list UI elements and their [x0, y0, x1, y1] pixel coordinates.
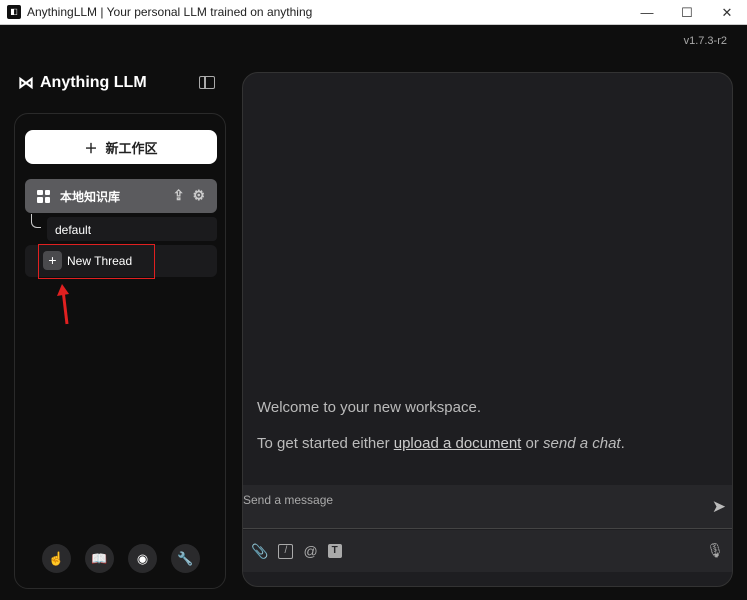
- docs-book-icon[interactable]: 📖: [85, 544, 114, 573]
- settings-wrench-icon[interactable]: 🔧: [171, 544, 200, 573]
- send-chat-link[interactable]: send a chat: [543, 435, 621, 452]
- send-icon[interactable]: ➤: [712, 497, 726, 517]
- message-input[interactable]: [243, 493, 683, 507]
- window-title: AnythingLLM | Your personal LLM trained …: [27, 5, 313, 19]
- upload-icon[interactable]: ⇪: [173, 187, 185, 204]
- plus-icon: ＋: [84, 140, 98, 156]
- title-bar: ◧ AnythingLLM | Your personal LLM traine…: [0, 0, 747, 25]
- new-workspace-button[interactable]: ＋新工作区: [25, 130, 217, 164]
- maximize-button[interactable]: ☐: [667, 0, 707, 25]
- branch-line: [31, 214, 41, 228]
- sidebar-toggle-icon[interactable]: [199, 76, 215, 89]
- grid-icon: [37, 189, 50, 203]
- logo: ⋈ Anything LLM: [18, 74, 147, 92]
- input-toolbar: 📎 / @ T 🎙: [243, 530, 732, 572]
- minimize-button[interactable]: —: [627, 0, 667, 25]
- slash-command-icon[interactable]: /: [278, 543, 294, 559]
- welcome-text: Welcome to your new workspace.: [257, 399, 481, 416]
- red-arrow-annotation: [57, 284, 69, 325]
- workspace-item[interactable]: 本地知识库 ⇪ ⚙: [25, 179, 217, 213]
- attachment-icon[interactable]: 📎: [251, 543, 268, 560]
- close-button[interactable]: ✕: [707, 0, 747, 25]
- thread-default[interactable]: default: [47, 217, 217, 241]
- gear-icon[interactable]: ⚙: [192, 187, 205, 204]
- mention-icon[interactable]: @: [303, 543, 317, 559]
- sidebar: ＋新工作区 本地知识库 ⇪ ⚙ default + New Thread ☝ 📖 …: [14, 113, 226, 589]
- discord-icon[interactable]: ◉: [128, 544, 157, 573]
- message-input-area: ➤: [243, 485, 732, 529]
- community-icon[interactable]: ☝: [42, 544, 71, 573]
- highlight-box: [38, 244, 155, 279]
- logo-icon: ⋈: [18, 75, 34, 92]
- get-started-text: To get started either upload a document …: [257, 435, 625, 452]
- upload-document-link[interactable]: upload a document: [394, 435, 522, 452]
- text-size-icon[interactable]: T: [327, 544, 342, 558]
- microphone-icon[interactable]: 🎙: [706, 542, 724, 559]
- chat-panel: Welcome to your new workspace. To get st…: [242, 72, 733, 587]
- app-icon: ◧: [7, 5, 21, 19]
- version-label: v1.7.3-r2: [683, 35, 727, 47]
